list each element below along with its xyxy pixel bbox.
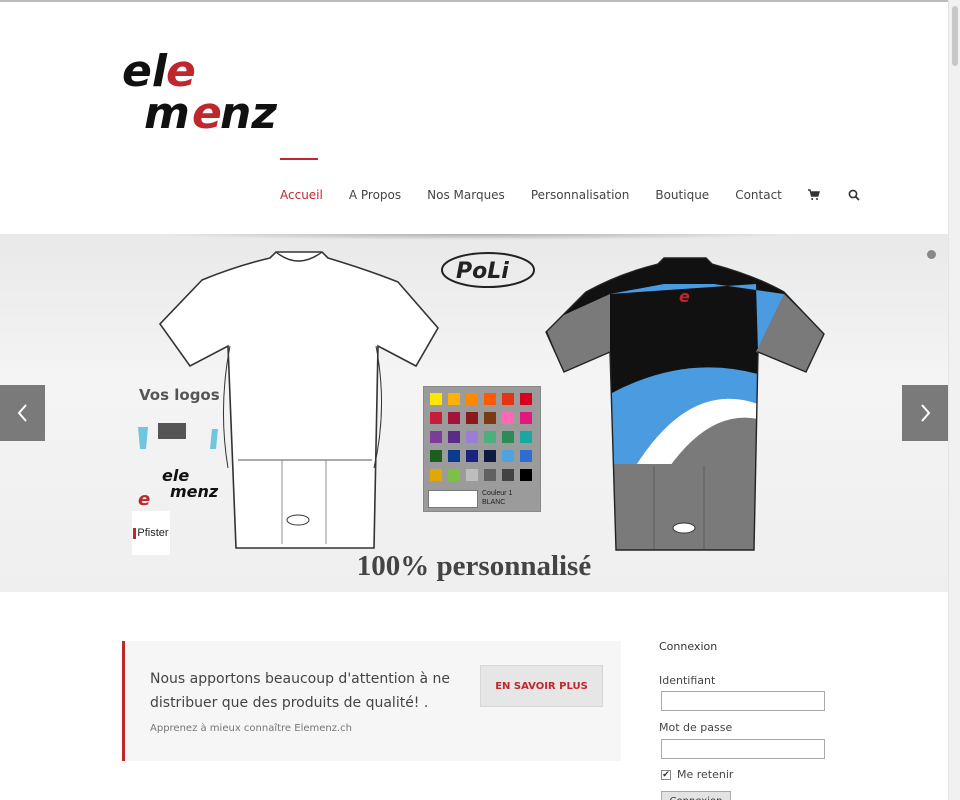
color-swatch [448, 450, 460, 462]
svg-text:menz: menz [170, 482, 219, 501]
color-swatch [466, 450, 478, 462]
color-swatch [430, 450, 442, 462]
svg-text:e: e [138, 489, 150, 509]
nav-item-contact[interactable]: Contact [735, 188, 782, 202]
color-swatch [520, 431, 532, 443]
vertical-scrollbar[interactable] [948, 0, 960, 800]
svg-text:nz: nz [220, 88, 277, 134]
nav-item-nos-marques[interactable]: Nos Marques [427, 188, 505, 202]
site-header: el e m e nz Accueil A Propos Nos Marques… [0, 2, 948, 234]
color-swatch [430, 412, 442, 424]
svg-text:e: e [192, 88, 222, 134]
chevron-right-icon [921, 404, 931, 422]
color-swatch [448, 393, 460, 405]
nav-item-personnalisation[interactable]: Personnalisation [531, 188, 630, 202]
color-swatch [502, 450, 514, 462]
color-swatch [466, 412, 478, 424]
tagline-box: Nous apportons beaucoup d'attention à ne… [122, 641, 621, 761]
login-title: Connexion [659, 640, 718, 653]
color-swatch [430, 469, 442, 481]
color-swatch [448, 469, 460, 481]
svg-text:PoLi: PoLi [456, 259, 509, 284]
color-swatch [520, 450, 532, 462]
color-swatch [484, 431, 496, 443]
remember-label: Me retenir [677, 768, 734, 781]
custom-jersey-image: e [544, 254, 826, 559]
color-swatch [502, 393, 514, 405]
slide-caption: 100% personnalisé [356, 550, 592, 582]
color-swatch [430, 393, 442, 405]
search-icon[interactable] [848, 189, 860, 201]
login-widget: Connexion Identifiant Mot de passe ✔ Me … [659, 640, 839, 800]
elemenz-logo-graphic: el e m e nz [122, 46, 277, 139]
login-submit-button[interactable]: Connexion [661, 791, 731, 800]
cart-icon[interactable] [807, 189, 820, 201]
color-swatch [484, 393, 496, 405]
main-nav: Accueil A Propos Nos Marques Personnalis… [280, 158, 888, 202]
color-swatch [466, 431, 478, 443]
username-field[interactable] [661, 691, 825, 711]
color-swatch [520, 393, 532, 405]
remember-me[interactable]: ✔ Me retenir [661, 768, 733, 781]
color-swatch [502, 469, 514, 481]
color-swatch [520, 469, 532, 481]
color-swatch [448, 431, 460, 443]
color-swatch [484, 469, 496, 481]
chevron-left-icon [17, 404, 27, 422]
elemenz-logo[interactable]: el e m e nz [120, 44, 300, 139]
learn-more-button[interactable]: EN SAVOIR PLUS [480, 665, 603, 707]
logo-line2: m [144, 88, 190, 134]
nav-item-accueil[interactable]: Accueil [280, 158, 323, 202]
color-swatch [502, 412, 514, 424]
vos-logos-label: Vos logos [139, 386, 220, 404]
nav-item-a-propos[interactable]: A Propos [349, 188, 401, 202]
selected-color-box [428, 490, 478, 508]
palette-label-line1: Couleur 1 [482, 490, 513, 497]
remember-checkbox[interactable]: ✔ [661, 769, 671, 780]
color-swatch [484, 450, 496, 462]
sample-logos: ele menz e [130, 419, 220, 514]
tagline-subtext: Apprenez à mieux connaître Elemenz.ch [150, 723, 352, 734]
poli-logo: PoLi [440, 246, 540, 297]
color-swatch [466, 469, 478, 481]
color-swatch [430, 431, 442, 443]
color-swatch [520, 412, 532, 424]
color-swatch [484, 412, 496, 424]
palette-label-line2: BLANC [482, 499, 506, 506]
pfister-logo: Pfister [132, 511, 170, 555]
color-swatch [448, 412, 460, 424]
color-swatch [466, 393, 478, 405]
color-palette: Couleur 1 BLANC [423, 386, 541, 512]
hero-slider: PoLi e Vos logos ele menz e Pfister Coul… [0, 234, 948, 592]
slider-prev-button[interactable] [0, 385, 45, 441]
color-swatch [502, 431, 514, 443]
tagline-message: Nous apportons beaucoup d'attention à ne… [150, 671, 450, 711]
slider-next-button[interactable] [902, 385, 948, 441]
nav-item-boutique[interactable]: Boutique [655, 188, 709, 202]
username-label: Identifiant [659, 674, 716, 687]
svg-text:e: e [679, 287, 690, 306]
slider-pagination-dot[interactable] [927, 250, 936, 259]
password-label: Mot de passe [659, 721, 733, 734]
scrollbar-thumb[interactable] [952, 6, 958, 66]
password-field[interactable] [661, 739, 825, 759]
